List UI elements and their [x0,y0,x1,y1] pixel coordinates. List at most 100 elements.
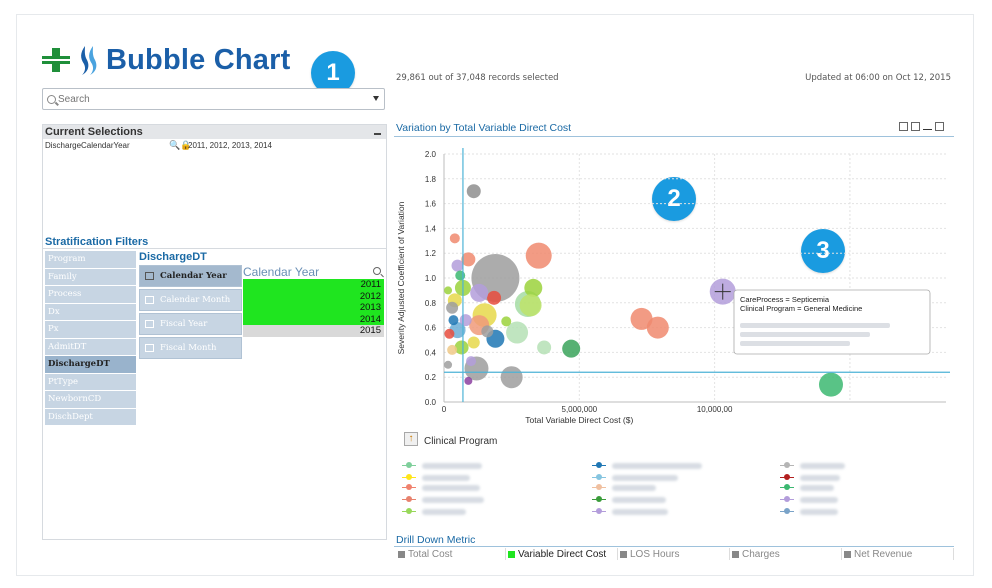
stratification-item-family[interactable]: Family [45,268,136,286]
legend-label-redacted [612,497,666,503]
data-bubble[interactable] [449,233,460,244]
data-bubble[interactable] [500,366,523,389]
data-bubble[interactable] [454,340,469,355]
dischargedt-item-calendar-month[interactable]: Calendar Month [139,289,242,311]
y-tick-label: 0.2 [425,373,437,382]
tooltip: CareProcess = SepticemiaClinical Program… [733,289,931,355]
data-bubble[interactable] [447,344,458,355]
legend-marker[interactable] [592,462,606,470]
y-axis-label: Severity Adjusted Coefficient of Variati… [396,201,406,354]
legend-marker[interactable] [402,474,416,482]
data-bubble[interactable] [818,372,843,397]
chart-toolbar [899,122,944,131]
search-box[interactable] [42,88,385,110]
data-bubble[interactable] [487,290,502,305]
data-bubble[interactable] [525,242,552,269]
calendar-year-header: Calendar Year [243,265,384,279]
dischargedt-item-label: Calendar Month [160,295,231,305]
search-icon[interactable] [373,267,381,275]
legend-marker[interactable] [402,508,416,516]
stratification-item-dischargedt[interactable]: DischargeDT [45,356,136,374]
legend-marker[interactable] [592,484,606,492]
data-bubble[interactable] [448,315,459,326]
divider [43,248,386,249]
data-bubble[interactable] [481,325,494,338]
drill-down-metrics: Total Cost Variable Direct Cost LOS Hours C… [396,548,954,560]
legend-label-redacted [800,485,834,491]
data-bubble[interactable] [466,184,481,199]
data-bubble[interactable] [467,336,480,349]
data-bubble[interactable] [444,360,453,369]
chevron-down-icon[interactable] [373,96,379,101]
calendar-year-value-2014[interactable]: 2014 [243,313,384,325]
data-bubble[interactable] [519,294,542,317]
metric-los-hours[interactable]: LOS Hours [618,548,730,560]
stratification-item-px[interactable]: Px [45,321,136,339]
legend-marker[interactable] [780,508,794,516]
data-bubble[interactable] [444,328,455,339]
stratification-item-process[interactable]: Process [45,286,136,304]
minimize-icon[interactable] [374,133,381,135]
legend-marker[interactable] [592,508,606,516]
calendar-year-value-2012[interactable]: 2012 [243,290,384,302]
data-bubble[interactable] [470,283,489,302]
stratification-item-program[interactable]: Program [45,251,136,269]
data-bubble[interactable] [537,340,552,355]
stratification-item-dischdept[interactable]: DischDept [45,408,136,426]
stratification-item-pttype[interactable]: PtType [45,373,136,391]
data-bubble[interactable] [562,339,581,358]
metric-charges[interactable]: Charges [730,548,842,560]
legend-label-redacted [800,463,845,469]
updated-timestamp: Updated at 06:00 on Oct 12, 2015 [805,73,951,83]
stratification-title: Stratification Filters [45,236,149,248]
tooltip-line: Clinical Program = General Medicine [740,304,862,313]
stratification-item-admitdt[interactable]: AdmitDT [45,338,136,356]
legend-marker[interactable] [402,496,416,504]
maximize-icon[interactable] [935,122,944,131]
checkbox-icon [398,550,405,558]
metric-net-revenue[interactable]: Net Revenue [842,548,954,560]
legend-label-redacted [612,485,656,491]
dischargedt-item-calendar-year[interactable]: Calendar Year [139,265,242,287]
dischargedt-item-fiscal-month[interactable]: Fiscal Month [139,337,242,359]
metric-variable-direct-cost[interactable]: Variable Direct Cost [506,548,618,560]
data-bubble[interactable] [446,301,459,314]
data-bubble[interactable] [646,316,669,339]
data-bubble[interactable] [455,270,466,281]
export-icon[interactable] [911,122,920,131]
minimize-icon[interactable] [923,129,932,130]
selection-field: DischargeCalendarYear [45,141,130,150]
legend-marker[interactable] [592,474,606,482]
legend-marker[interactable] [780,484,794,492]
data-bubble[interactable] [466,356,477,367]
legend-marker[interactable] [402,462,416,470]
print-icon[interactable] [899,122,908,131]
calendar-year-value-2013[interactable]: 2013 [243,302,384,314]
dischargedt-item-fiscal-year[interactable]: Fiscal Year [139,313,242,335]
current-selections-title: Current Selections [43,125,386,139]
data-bubble[interactable] [444,286,453,295]
calendar-year-value-2011[interactable]: 2011 [243,279,384,291]
legend-label-redacted [422,509,466,515]
tooltip-line: CareProcess = Septicemia [740,295,830,304]
legend-marker[interactable] [402,484,416,492]
legend-toggle-icon[interactable]: ↑ [404,432,418,446]
data-bubble[interactable] [501,316,512,327]
legend-label-redacted [422,497,484,503]
calendar-year-value-2015[interactable]: 2015 [243,325,384,337]
legend-marker[interactable] [780,474,794,482]
legend-marker[interactable] [592,496,606,504]
stratification-item-dx[interactable]: Dx [45,303,136,321]
data-bubble[interactable] [459,314,472,327]
search-input[interactable] [58,93,358,105]
legend-marker[interactable] [780,496,794,504]
dischargedt-item-label: Fiscal Year [160,319,208,329]
data-bubble[interactable] [524,278,543,297]
metric-total-cost[interactable]: Total Cost [396,548,506,560]
bubble-chart[interactable]: 0.0 0.2 0.4 0.6 0.8 1.0 1.2 1.4 1.6 1.8 2.0 0 5,000,… [394,140,954,430]
x-axis-label: Total Variable Direct Cost ($) [525,415,633,425]
legend-marker[interactable] [780,462,794,470]
dischargedt-title: DischargeDT [139,251,207,263]
stratification-item-newborncd[interactable]: NewbornCD [45,391,136,409]
data-bubble[interactable] [464,376,473,385]
